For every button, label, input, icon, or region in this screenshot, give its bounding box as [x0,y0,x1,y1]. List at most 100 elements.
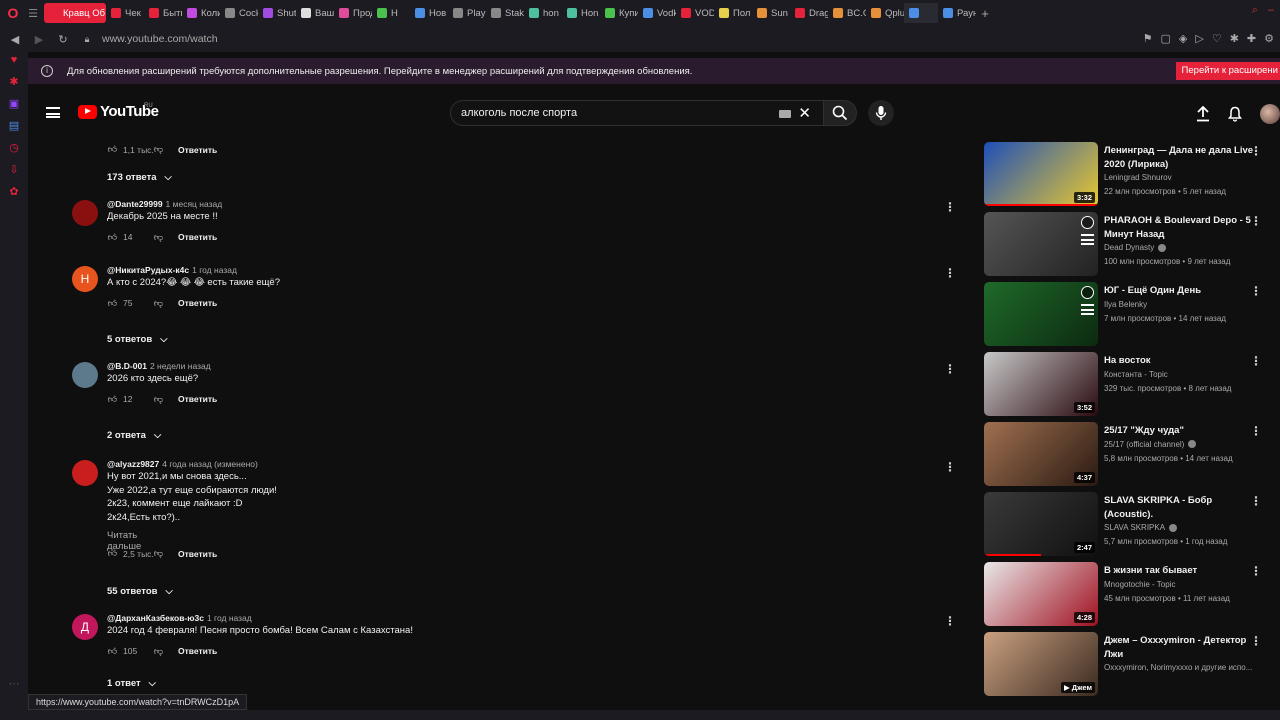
dislike-icon[interactable]: 👎︎ [153,232,164,243]
video-title[interactable]: ЮГ - Ещё Один День [1104,284,1254,298]
video-channel[interactable]: Leningrad Shnurov [1104,173,1172,182]
downloads-sidebar-icon[interactable]: ⇩ [8,164,20,176]
search-tabs-icon[interactable]: ⌕ [1252,4,1258,17]
browser-tab[interactable]: Vodk [638,3,676,23]
commenter-avatar[interactable]: Д [72,614,98,640]
comment-menu-icon[interactable]: ⋮ [944,266,956,280]
browser-tab[interactable]: Чек [106,3,144,23]
history-sidebar-icon[interactable]: ◷ [8,142,20,154]
reload-icon[interactable]: ↻ [54,33,72,46]
video-thumbnail[interactable]: 2:47 [984,492,1098,556]
recommended-video[interactable]: PHARAOH & Boulevard Depo - 5 Минут Назад… [984,212,1280,276]
browser-tab[interactable]: Hon [562,3,600,23]
video-channel[interactable]: Mnogotochie - Topic [1104,580,1175,589]
sidebar-more-icon[interactable]: ⋯ [8,678,20,690]
video-thumbnail[interactable]: 4:37 [984,422,1098,486]
comment-time[interactable]: 1 год назад [207,613,252,623]
video-menu-icon[interactable]: ⋮ [1250,424,1262,438]
video-title[interactable]: SLAVA SKRIPKA - Бобр (Acoustic). [1104,494,1254,521]
video-thumbnail[interactable]: 4:28 [984,562,1098,626]
youtube-logo[interactable]: YouTube RU [78,103,159,120]
puzzle-icon[interactable]: ✚ [1247,32,1256,45]
dislike-icon[interactable]: 👎︎ [153,548,164,559]
forward-icon[interactable]: ▶ [30,33,48,46]
video-channel[interactable]: SLAVA SKRIPKA [1104,523,1178,532]
comment-menu-icon[interactable]: ⋮ [944,362,956,376]
flow-sidebar-icon[interactable]: ✱ [8,76,20,88]
browser-tab[interactable]: Stak [486,3,524,23]
menu-icon[interactable] [46,107,60,118]
view-replies-button[interactable]: 55 ответов ⌵ [107,586,173,597]
view-replies-button[interactable]: 1 ответ ⌵ [107,678,156,689]
browser-tab[interactable]: Прод [334,3,372,23]
browser-tab[interactable]: hon [524,3,562,23]
opera-logo-icon[interactable]: O [4,4,22,22]
commenter-avatar[interactable] [72,460,98,486]
twitch-sidebar-icon[interactable]: ▣ [8,98,20,110]
browser-tab[interactable]: Раун [938,3,976,23]
video-channel[interactable]: 25/17 (official channel) [1104,440,1197,449]
browser-tab[interactable]: Нов [410,3,448,23]
like-icon[interactable]: 👍︎ [107,298,118,309]
video-menu-icon[interactable]: ⋮ [1250,354,1262,368]
go-to-extensions-button[interactable]: Перейти к расширени [1175,62,1280,80]
browser-tab[interactable]: Кравц Об [44,3,106,23]
dislike-icon[interactable]: 👎︎ [153,394,164,405]
video-channel[interactable]: Ilya Belenky [1104,300,1147,309]
comment-menu-icon[interactable]: ⋮ [944,614,956,628]
like-icon[interactable]: 👍︎ [107,232,118,243]
video-title[interactable]: Ленинград — Дала не дала Live 2020 (Лири… [1104,144,1254,171]
browser-tab[interactable]: Купи [600,3,638,23]
reply-button[interactable]: Ответить [178,646,217,656]
reply-button[interactable]: Ответить [178,298,217,308]
watch-later-icon[interactable] [1081,286,1094,299]
minimize-icon[interactable]: – [1268,4,1274,17]
browser-tab[interactable]: Qplu [866,3,904,23]
browser-tab[interactable]: Коли [182,3,220,23]
comment-author[interactable]: @Dante29999 [107,199,163,209]
back-icon[interactable]: ◀ [6,33,24,46]
recommended-video[interactable]: ЮГ - Ещё Один День Ilya Belenky 7 млн прос… [984,282,1280,346]
browser-tab[interactable]: Пол [714,3,752,23]
reply-button[interactable]: Ответить [178,394,217,404]
video-thumbnail[interactable] [984,212,1098,276]
recommended-video[interactable]: 3:32 Ленинград — Дала не дала Live 2020 (… [984,142,1280,206]
commenter-avatar[interactable] [72,362,98,388]
search-input[interactable]: алкоголь после спорта ✕ [450,100,823,126]
reply-button[interactable]: Ответить [178,232,217,242]
video-title[interactable]: На восток [1104,354,1254,368]
video-menu-icon[interactable]: ⋮ [1250,494,1262,508]
dislike-icon[interactable]: 👎︎ [153,144,164,155]
snapshot-icon[interactable]: ▢ [1160,32,1170,45]
player-icon[interactable]: ▷ [1195,32,1203,45]
heart-icon[interactable]: ♡ [1212,32,1222,45]
video-title[interactable]: 25/17 "Жду чуда" [1104,424,1254,438]
heart-sidebar-icon[interactable]: ♥ [8,54,20,66]
browser-tab[interactable]: Sun [752,3,790,23]
view-replies-button[interactable]: 173 ответа ⌵ [107,172,172,183]
upload-icon[interactable] [1196,106,1210,122]
browser-tab[interactable]: Shut [258,3,296,23]
reply-button[interactable]: Ответить [178,145,217,155]
browser-tab[interactable]: Быть [144,3,182,23]
video-menu-icon[interactable]: ⋮ [1250,284,1262,298]
browser-tab[interactable]: Drag [790,3,828,23]
browser-tab[interactable]: Ваш [296,3,334,23]
video-title[interactable]: Джем – Oxxxymiron - Детектор Лжи [1104,634,1254,661]
comment-time[interactable]: 2 недели назад [150,361,211,371]
recommended-video[interactable]: 4:37 25/17 "Жду чуда" 25/17 (official chan… [984,422,1280,486]
notifications-bell-icon[interactable] [1228,106,1242,122]
like-icon[interactable]: 👍︎ [107,144,118,155]
video-channel[interactable]: Dead Dynasty [1104,243,1167,252]
tab-switcher-icon[interactable]: ☰ [22,4,44,22]
browser-tab[interactable]: BC.G [828,3,866,23]
comment-author[interactable]: @НикитаРудых-к4с [107,265,189,275]
vpn-icon[interactable]: ◈ [1179,32,1187,45]
add-to-queue-icon[interactable] [1081,234,1094,245]
comment-author[interactable]: @ДарханКазбеков-ю3с [107,613,204,623]
url-field[interactable]: www.youtube.com/watch [102,33,218,45]
video-menu-icon[interactable]: ⋮ [1250,564,1262,578]
video-thumbnail[interactable]: 3:52 [984,352,1098,416]
view-replies-button[interactable]: 2 ответа ⌵ [107,430,161,441]
account-avatar[interactable] [1260,104,1280,124]
